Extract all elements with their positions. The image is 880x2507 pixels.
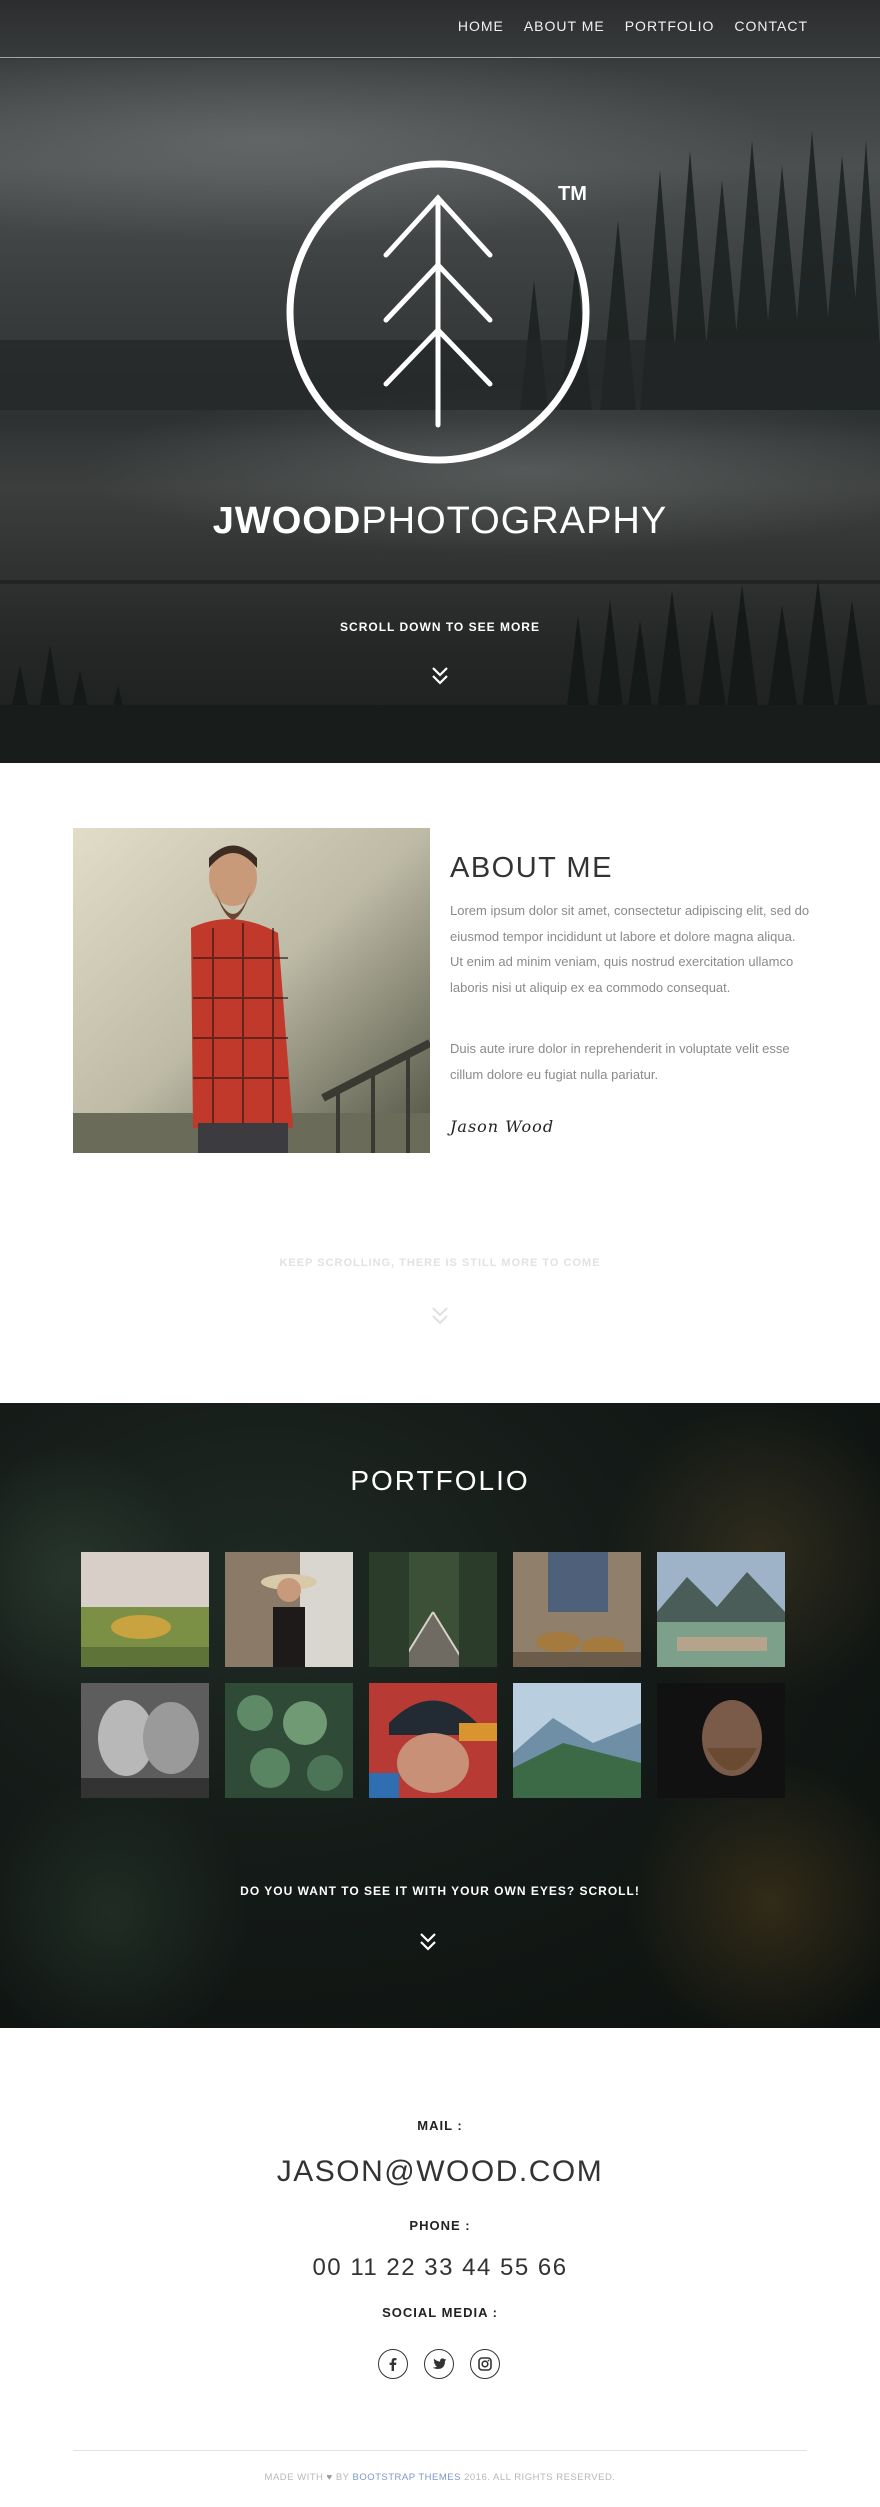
nav-menu: HOME ABOUT ME PORTFOLIO CONTACT xyxy=(458,18,808,34)
about-title: ABOUT ME xyxy=(450,852,613,884)
portfolio-thumbnail[interactable] xyxy=(225,1552,353,1667)
double-chevron-down-icon[interactable] xyxy=(429,1305,451,1327)
nav-item-contact[interactable]: CONTACT xyxy=(734,18,808,34)
mail-label: MAIL : xyxy=(417,2118,463,2133)
about-paragraph: Duis aute irure dolor in reprehenderit i… xyxy=(450,1041,790,1082)
about-paragraph: Lorem ipsum dolor sit amet, consectetur … xyxy=(450,903,810,995)
forest-texture xyxy=(0,1783,260,2028)
nav-item-portfolio[interactable]: PORTFOLIO xyxy=(625,18,715,34)
brand-name-light: PHOTOGRAPHY xyxy=(361,500,668,542)
portfolio-thumbnail[interactable] xyxy=(657,1552,785,1667)
footer-by: BY xyxy=(335,2472,350,2483)
portfolio-thumbnail[interactable] xyxy=(81,1552,209,1667)
social-media-label: SOCIAL MEDIA : xyxy=(382,2305,498,2320)
trademark-mark: TM xyxy=(558,183,587,205)
brand-name-bold: JWOOD xyxy=(212,500,362,542)
footer-divider xyxy=(73,2450,807,2451)
nav-item-home[interactable]: HOME xyxy=(458,18,504,34)
portfolio-thumbnail[interactable] xyxy=(513,1552,641,1667)
footer-prefix: MADE WITH xyxy=(264,2472,324,2483)
social-links xyxy=(378,2349,500,2379)
facebook-icon[interactable] xyxy=(378,2349,408,2379)
portfolio-title: PORTFOLIO xyxy=(350,1465,530,1496)
footer-link-bootstrap-themes[interactable]: BOOTSTRAP THEMES xyxy=(352,2472,460,2483)
double-chevron-down-icon[interactable] xyxy=(429,665,451,687)
footer-text: MADE WITH ♥ BY BOOTSTRAP THEMES 2016. AL… xyxy=(0,2472,880,2483)
portfolio-scroll-label: DO YOU WANT TO SEE IT WITH YOUR OWN EYES… xyxy=(240,1884,640,1898)
portfolio-thumbnail[interactable] xyxy=(369,1683,497,1798)
instagram-icon[interactable] xyxy=(470,2349,500,2379)
mail-value[interactable]: JASON@WOOD.COM xyxy=(0,2155,880,2189)
footer-suffix: 2016. ALL RIGHTS RESERVED. xyxy=(464,2472,616,2483)
portfolio-thumbnail[interactable] xyxy=(369,1552,497,1667)
double-chevron-down-icon[interactable] xyxy=(417,1931,439,1953)
portfolio-thumbnail[interactable] xyxy=(657,1683,785,1798)
hero-section: HOME ABOUT ME PORTFOLIO CONTACT TM JWOOD… xyxy=(0,0,880,763)
scroll-down-label: SCROLL DOWN TO SEE MORE xyxy=(340,620,540,634)
top-navigation: HOME ABOUT ME PORTFOLIO CONTACT xyxy=(0,0,880,58)
signature: Jason Wood xyxy=(450,1117,555,1136)
about-portrait-photo xyxy=(73,828,430,1153)
portfolio-thumbnail[interactable] xyxy=(81,1683,209,1798)
twitter-icon[interactable] xyxy=(424,2349,454,2379)
portfolio-thumbnail[interactable] xyxy=(225,1683,353,1798)
portfolio-section: PORTFOLIO DO YOU WANT TO SEE IT WITH YOU… xyxy=(0,1403,880,2028)
portfolio-thumbnail[interactable] xyxy=(513,1683,641,1798)
brand-name: JWOODPHOTOGRAPHY xyxy=(0,500,880,543)
pine-tree-icon: TM xyxy=(286,160,590,464)
phone-value: 00 11 22 33 44 55 66 xyxy=(312,2254,568,2281)
keep-scrolling-label: KEEP SCROLLING, THERE IS STILL MORE TO C… xyxy=(279,1257,601,1269)
phone-label: PHONE : xyxy=(409,2218,471,2233)
nav-item-about-me[interactable]: ABOUT ME xyxy=(524,18,605,34)
heart-icon: ♥ xyxy=(326,2472,333,2483)
